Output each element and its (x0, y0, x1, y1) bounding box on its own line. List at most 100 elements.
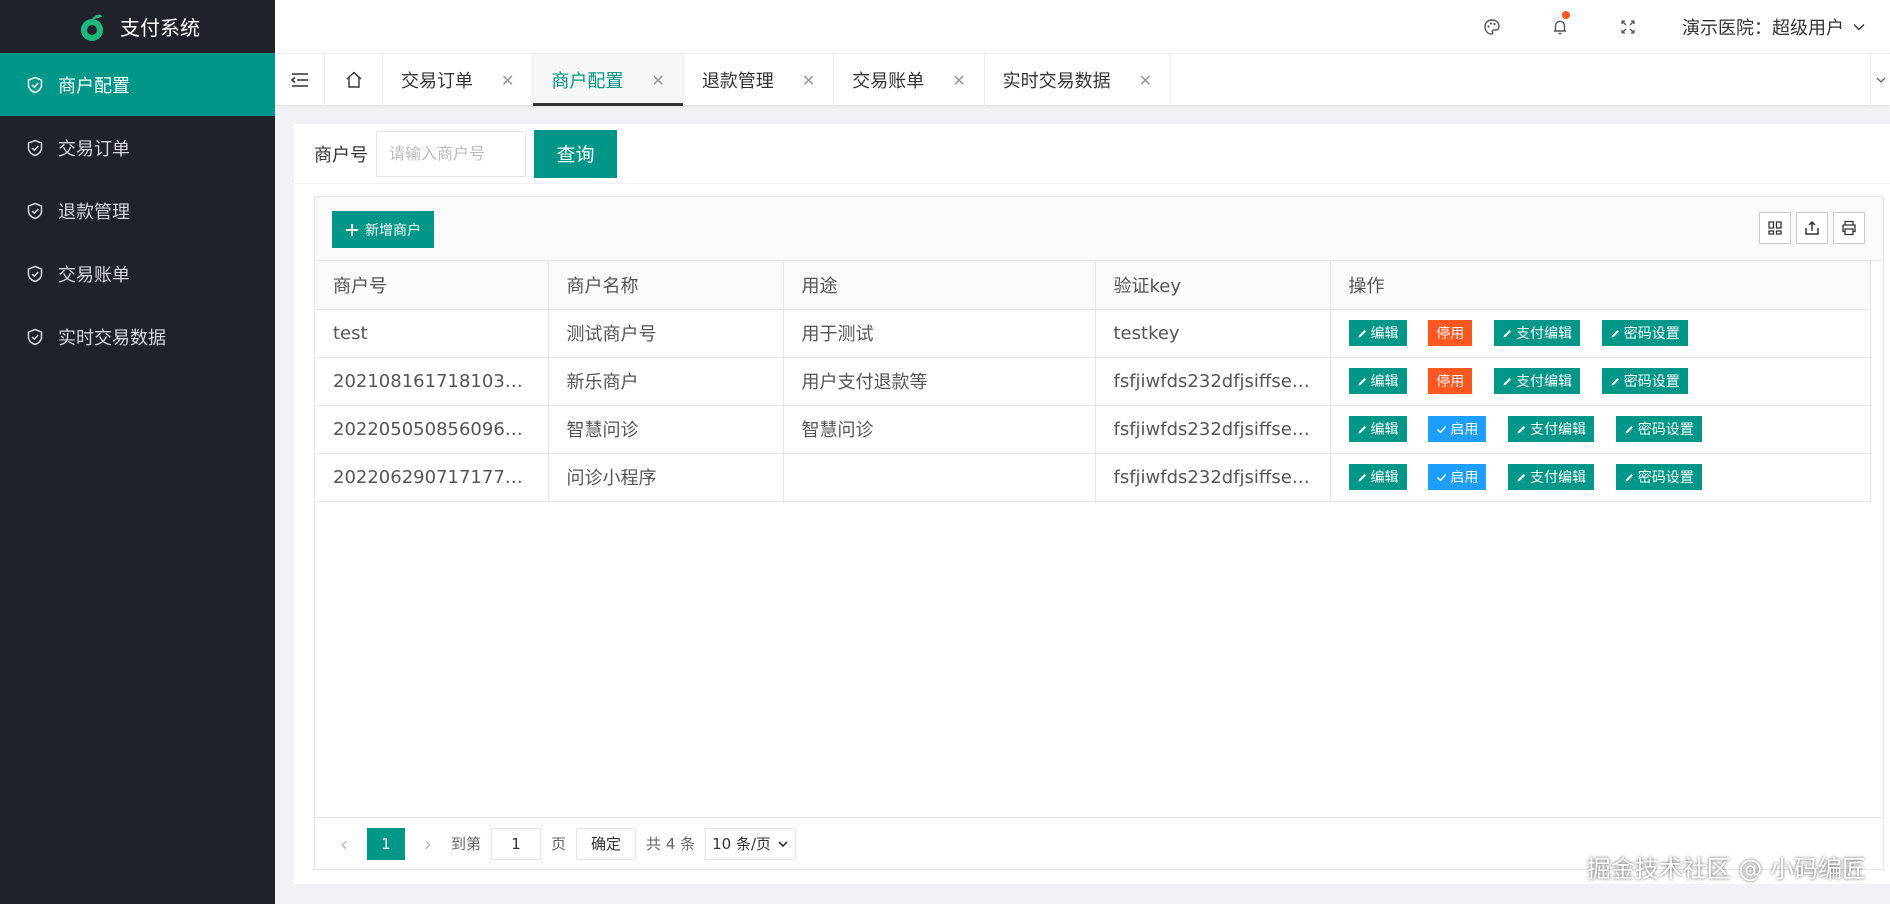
cell-verify-key: testkey (1094, 308, 1331, 358)
page-size-value: 10 条/页 (712, 835, 772, 853)
goto-page-input[interactable] (491, 827, 542, 860)
cell-merchant-name: 问诊小程序 (547, 452, 784, 502)
app-title: 支付系统 (120, 16, 200, 40)
current-page[interactable]: 1 (367, 827, 405, 860)
sidebar-item-merchant-config[interactable]: 商户配置 (0, 53, 275, 116)
col-merchant-id: 商户号 (315, 261, 549, 310)
close-icon[interactable]: ✕ (501, 71, 514, 90)
fullscreen-icon (1621, 19, 1635, 34)
shield-check-icon (27, 265, 43, 282)
close-icon[interactable]: ✕ (802, 71, 815, 90)
data-table-panel: 新增商户 商户号 商户名称 用途 验证key 操作 test 测试商户号 用于测… (314, 196, 1884, 870)
cell-purpose: 用于测试 (782, 308, 1096, 358)
pencil-icon (1358, 473, 1366, 481)
goto-label: 到第 (451, 835, 482, 853)
theme-button[interactable] (1458, 0, 1526, 53)
tab-home[interactable] (325, 54, 383, 106)
password-settings-button[interactable]: 密码设置 (1601, 320, 1688, 346)
notification-dot (1562, 11, 1570, 19)
status-label: 停用 (1436, 326, 1465, 342)
tab-bills[interactable]: 交易账单 ✕ (834, 54, 985, 106)
disable-button[interactable]: 停用 (1428, 320, 1473, 346)
edit-label: 编辑 (1370, 422, 1399, 438)
sidebar-toggle-button[interactable] (275, 54, 325, 106)
enable-button[interactable]: 启用 (1428, 464, 1487, 490)
chevron-down-icon (1876, 77, 1885, 83)
sidebar-item-bills[interactable]: 交易账单 (0, 242, 275, 305)
pencil-icon (1517, 473, 1525, 481)
notification-button[interactable] (1526, 0, 1594, 53)
edit-button[interactable]: 编辑 (1348, 416, 1407, 442)
tab-more-button[interactable] (1870, 54, 1890, 106)
edit-label: 编辑 (1370, 470, 1399, 486)
next-page-icon[interactable]: › (415, 832, 441, 856)
cell-merchant-id: 20220629071717705... (315, 452, 549, 502)
password-settings-button[interactable]: 密码设置 (1615, 416, 1702, 442)
home-icon (346, 71, 361, 88)
add-merchant-button[interactable]: 新增商户 (332, 211, 434, 248)
enable-button[interactable]: 启用 (1428, 416, 1487, 442)
cell-merchant-id: 20210816171810374... (315, 356, 549, 406)
table-row: test 测试商户号 用于测试 testkey 编辑 停用 支付编辑 密码设置 (315, 308, 1871, 358)
shield-check-icon (27, 202, 43, 219)
close-icon[interactable]: ✕ (1139, 71, 1152, 90)
col-merchant-name: 商户名称 (547, 261, 784, 310)
password-settings-button[interactable]: 密码设置 (1615, 464, 1702, 490)
sidebar-item-label: 商户配置 (58, 75, 130, 97)
pencil-icon (1625, 425, 1633, 433)
plus-icon (346, 223, 358, 236)
cell-actions: 编辑 停用 支付编辑 密码设置 (1329, 308, 1871, 358)
sidebar-item-realtime-data[interactable]: 实时交易数据 (0, 305, 275, 368)
export-button[interactable] (1796, 212, 1828, 244)
app-logo[interactable]: 支付系统 (0, 0, 275, 53)
fullscreen-button[interactable] (1594, 0, 1662, 53)
cell-actions: 编辑 停用 支付编辑 密码设置 (1329, 356, 1871, 406)
total-count: 共 4 条 (646, 835, 696, 853)
sidebar-item-refunds[interactable]: 退款管理 (0, 179, 275, 242)
pencil-icon (1625, 473, 1633, 481)
page-size-select[interactable]: 10 条/页 (705, 827, 797, 860)
tab-merchant-config[interactable]: 商户配置 ✕ (533, 54, 684, 106)
pay-edit-button[interactable]: 支付编辑 (1493, 368, 1580, 394)
columns-filter-button[interactable] (1759, 212, 1791, 244)
user-menu[interactable]: 演示医院：超级用户 (1662, 0, 1890, 53)
query-button[interactable]: 查询 (534, 129, 617, 178)
columns-icon (1768, 221, 1782, 235)
edit-button[interactable]: 编辑 (1348, 320, 1407, 346)
disable-button[interactable]: 停用 (1428, 368, 1473, 394)
status-label: 启用 (1450, 422, 1479, 438)
tab-refunds[interactable]: 退款管理 ✕ (684, 54, 835, 106)
tab-realtime-data[interactable]: 实时交易数据 ✕ (985, 54, 1172, 106)
sidebar-item-label: 交易账单 (58, 264, 130, 286)
cell-verify-key: fsfjiwfds232dfjsiffsefs... (1094, 452, 1331, 502)
merchant-id-label: 商户号 (314, 144, 368, 166)
cell-merchant-name: 智慧问诊 (547, 404, 784, 454)
pencil-icon (1503, 377, 1511, 385)
check-icon (1437, 473, 1447, 482)
close-icon[interactable]: ✕ (651, 71, 664, 90)
merchant-id-input[interactable] (376, 130, 526, 177)
pay-edit-button[interactable]: 支付编辑 (1507, 416, 1594, 442)
sidebar-item-orders[interactable]: 交易订单 (0, 116, 275, 179)
shield-check-icon (27, 139, 43, 156)
table-row: 20220505085609644... 智慧问诊 智慧问诊 fsfjiwfds… (315, 404, 1871, 454)
close-icon[interactable]: ✕ (952, 71, 965, 90)
print-icon (1842, 220, 1856, 236)
tab-orders[interactable]: 交易订单 ✕ (383, 54, 534, 106)
cell-purpose (782, 452, 1096, 502)
pay-edit-button[interactable]: 支付编辑 (1493, 320, 1580, 346)
goto-confirm-button[interactable]: 确定 (576, 827, 637, 860)
chevron-down-icon (1853, 23, 1865, 30)
pencil-icon (1358, 329, 1366, 337)
print-button[interactable] (1833, 212, 1865, 244)
edit-button[interactable]: 编辑 (1348, 464, 1407, 490)
cell-merchant-id: 20220505085609644... (315, 404, 549, 454)
pay-edit-button[interactable]: 支付编辑 (1507, 464, 1594, 490)
prev-page-icon[interactable]: ‹ (331, 832, 357, 856)
password-settings-label: 密码设置 (1637, 470, 1694, 486)
col-purpose: 用途 (782, 261, 1096, 310)
edit-button[interactable]: 编辑 (1348, 368, 1407, 394)
pencil-icon (1517, 425, 1525, 433)
password-settings-button[interactable]: 密码设置 (1601, 368, 1688, 394)
pencil-icon (1503, 329, 1511, 337)
